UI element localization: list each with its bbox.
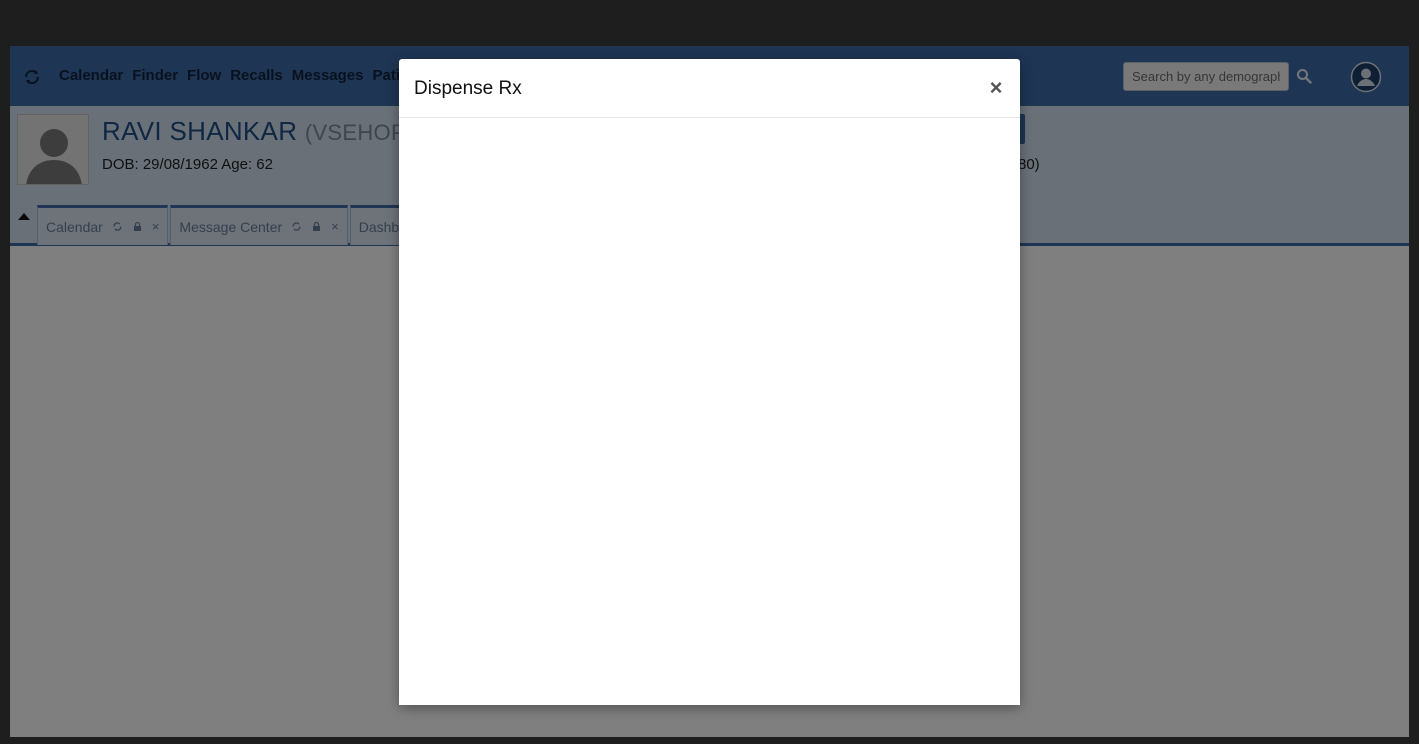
dispense-rx-modal: Dispense Rx ×	[399, 59, 1020, 705]
modal-title: Dispense Rx	[414, 78, 522, 99]
modal-body	[399, 119, 1020, 705]
modal-header: Dispense Rx ×	[399, 59, 1020, 118]
close-icon[interactable]: ×	[986, 77, 1006, 99]
